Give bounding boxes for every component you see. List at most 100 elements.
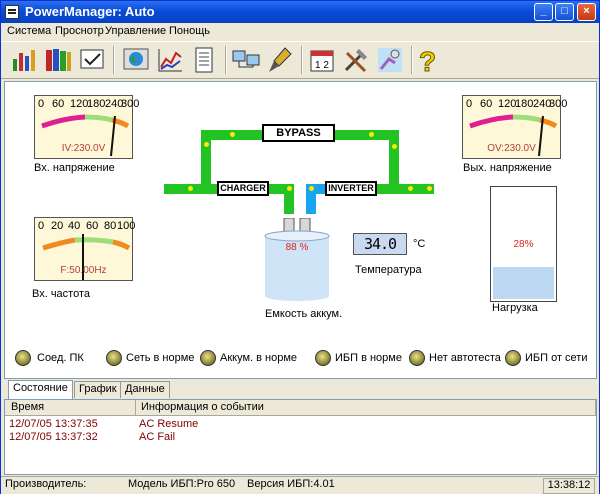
led-mains-ok [106,350,122,366]
battery-capacity-gauge: 88 % [263,217,331,302]
input-voltage-scale-1: 60 [52,98,65,110]
flow-dot [204,142,209,147]
event-row[interactable]: 12/07/05 13:37:32 AC Fail [5,431,596,444]
input-voltage-meter: 0 60 120 180 240 300 IV:230.0V [34,95,139,159]
indicator-ups-on-mains: ИБП от сети [525,352,588,364]
charger-label: CHARGER [217,181,269,196]
flow-dot [188,186,193,191]
input-frequency-scale-2: 40 [68,220,81,232]
tools-icon[interactable] [341,45,371,75]
menu-control[interactable]: Управление [105,25,166,37]
indicator-pc-connection: Соед. ПК [37,352,84,364]
input-voltage-scale-5: 300 [121,98,140,110]
indicator-mains-ok: Сеть в норме [126,352,195,364]
load-gauge: 28% [490,186,557,302]
event-log-header: Время Информация о событии [5,400,596,416]
computers-icon[interactable] [231,45,261,75]
bypass-left-pipe [201,130,211,188]
output-voltage-reading: OV:230.0V [487,143,536,154]
books-icon[interactable] [43,45,73,75]
menu-help[interactable]: Понощь [169,25,210,37]
bypass-right-pipe [389,130,399,188]
svg-text:1 2: 1 2 [315,60,329,71]
output-voltage-scale-0: 0 [466,98,473,110]
input-frequency-reading: F:50.00Hz [60,265,107,276]
list-document-icon[interactable] [189,45,219,75]
app-window: PowerManager: Auto _ □ × Система Проснот… [0,0,600,494]
event-time: 12/07/05 13:37:32 [9,431,98,443]
tab-status[interactable]: Состояние [8,380,73,399]
menu-system[interactable]: Система [7,25,51,37]
input-voltage-label: Вх. напряжение [34,162,115,174]
input-voltage-scale-0: 0 [38,98,45,110]
column-event-info[interactable]: Информация о событии [141,401,264,413]
title-bar[interactable]: PowerManager: Auto _ □ × [1,1,599,23]
output-voltage-scale-2: 120 [498,98,517,110]
document-check-icon[interactable] [77,45,107,75]
close-button[interactable]: × [577,3,596,21]
flow-dot [287,186,292,191]
event-info: AC Fail [139,431,176,443]
menu-view[interactable]: Проснотр [55,25,104,37]
input-frequency-scale-1: 20 [51,220,64,232]
flow-dot [427,186,432,191]
input-voltage-scale-3: 180 [87,98,106,110]
indicator-ups-ok: ИБП в норме [335,352,402,364]
input-voltage-reading: IV:230.0V [61,143,106,154]
tab-graph[interactable]: График [74,381,122,398]
flow-dot [230,132,235,137]
app-icon[interactable] [5,5,19,19]
globe-icon[interactable] [121,45,151,75]
input-frequency-label: Вх. частота [32,288,90,300]
input-frequency-meter: 0 20 40 60 80 100 F:50.00Hz [34,217,136,281]
menu-bar: Система Проснотр Управление Понощь [1,23,599,41]
chart-bars-icon[interactable] [9,45,39,75]
flow-dot [392,144,397,149]
output-voltage-scale-1: 60 [480,98,493,110]
flow-dot [408,186,413,191]
output-voltage-meter: 0 60 120 180 240 300 OV:230.0V [462,95,567,159]
input-frequency-scale-0: 0 [38,220,45,232]
inverter-label: INVERTER [325,181,377,196]
flow-dot [309,186,314,191]
brush-icon[interactable] [265,45,295,75]
tab-strip: Состояние График Данные [4,380,597,399]
svg-text:?: ? [419,46,436,75]
led-no-selftest [409,350,425,366]
load-percent: 28% [513,239,534,250]
output-voltage-scale-5: 300 [549,98,568,110]
event-log[interactable]: Время Информация о событии 12/07/05 13:3… [4,399,597,475]
event-time: 12/07/05 13:37:35 [9,418,98,430]
load-label: Нагрузка [492,302,538,314]
event-info: AC Resume [139,418,199,430]
status-manufacturer: Производитель: [5,478,87,490]
minimize-button[interactable]: _ [534,3,553,21]
bypass-label: BYPASS [262,124,335,142]
output-voltage-label: Вых. напряжение [463,162,552,174]
input-frequency-scale-3: 60 [86,220,99,232]
indicator-battery-ok: Аккум. в норме [220,352,298,364]
input-frequency-scale-5: 100 [117,220,136,232]
line-chart-icon[interactable] [155,45,185,75]
status-panel: 0 60 120 180 240 300 IV:230.0V Вх. напря… [4,81,597,379]
satellite-icon[interactable] [375,45,405,75]
temperature-unit: °C [413,238,426,250]
battery-percent: 88 % [285,242,309,253]
calendar-icon[interactable]: 1 2 [307,45,337,75]
battery-label: Емкость аккум. [265,308,343,320]
led-ups-on-mains [505,350,521,366]
status-bar: Производитель: Модель ИБП:Pro 650 Версия… [1,476,599,494]
input-voltage-scale-2: 120 [70,98,89,110]
event-row[interactable]: 12/07/05 13:37:35 AC Resume [5,418,596,431]
status-clock: 13:38:12 [543,478,595,494]
help-icon[interactable]: ? [413,45,443,76]
output-voltage-scale-3: 180 [515,98,534,110]
indicator-no-selftest: Нет автотеста [429,352,501,364]
toolbar: 1 2 ? [1,41,599,79]
led-battery-ok [200,350,216,366]
led-pc-connection [15,350,31,366]
column-time[interactable]: Время [11,401,44,413]
tab-data[interactable]: Данные [120,381,170,398]
load-fill-bar [493,267,554,299]
maximize-button[interactable]: □ [555,3,574,21]
